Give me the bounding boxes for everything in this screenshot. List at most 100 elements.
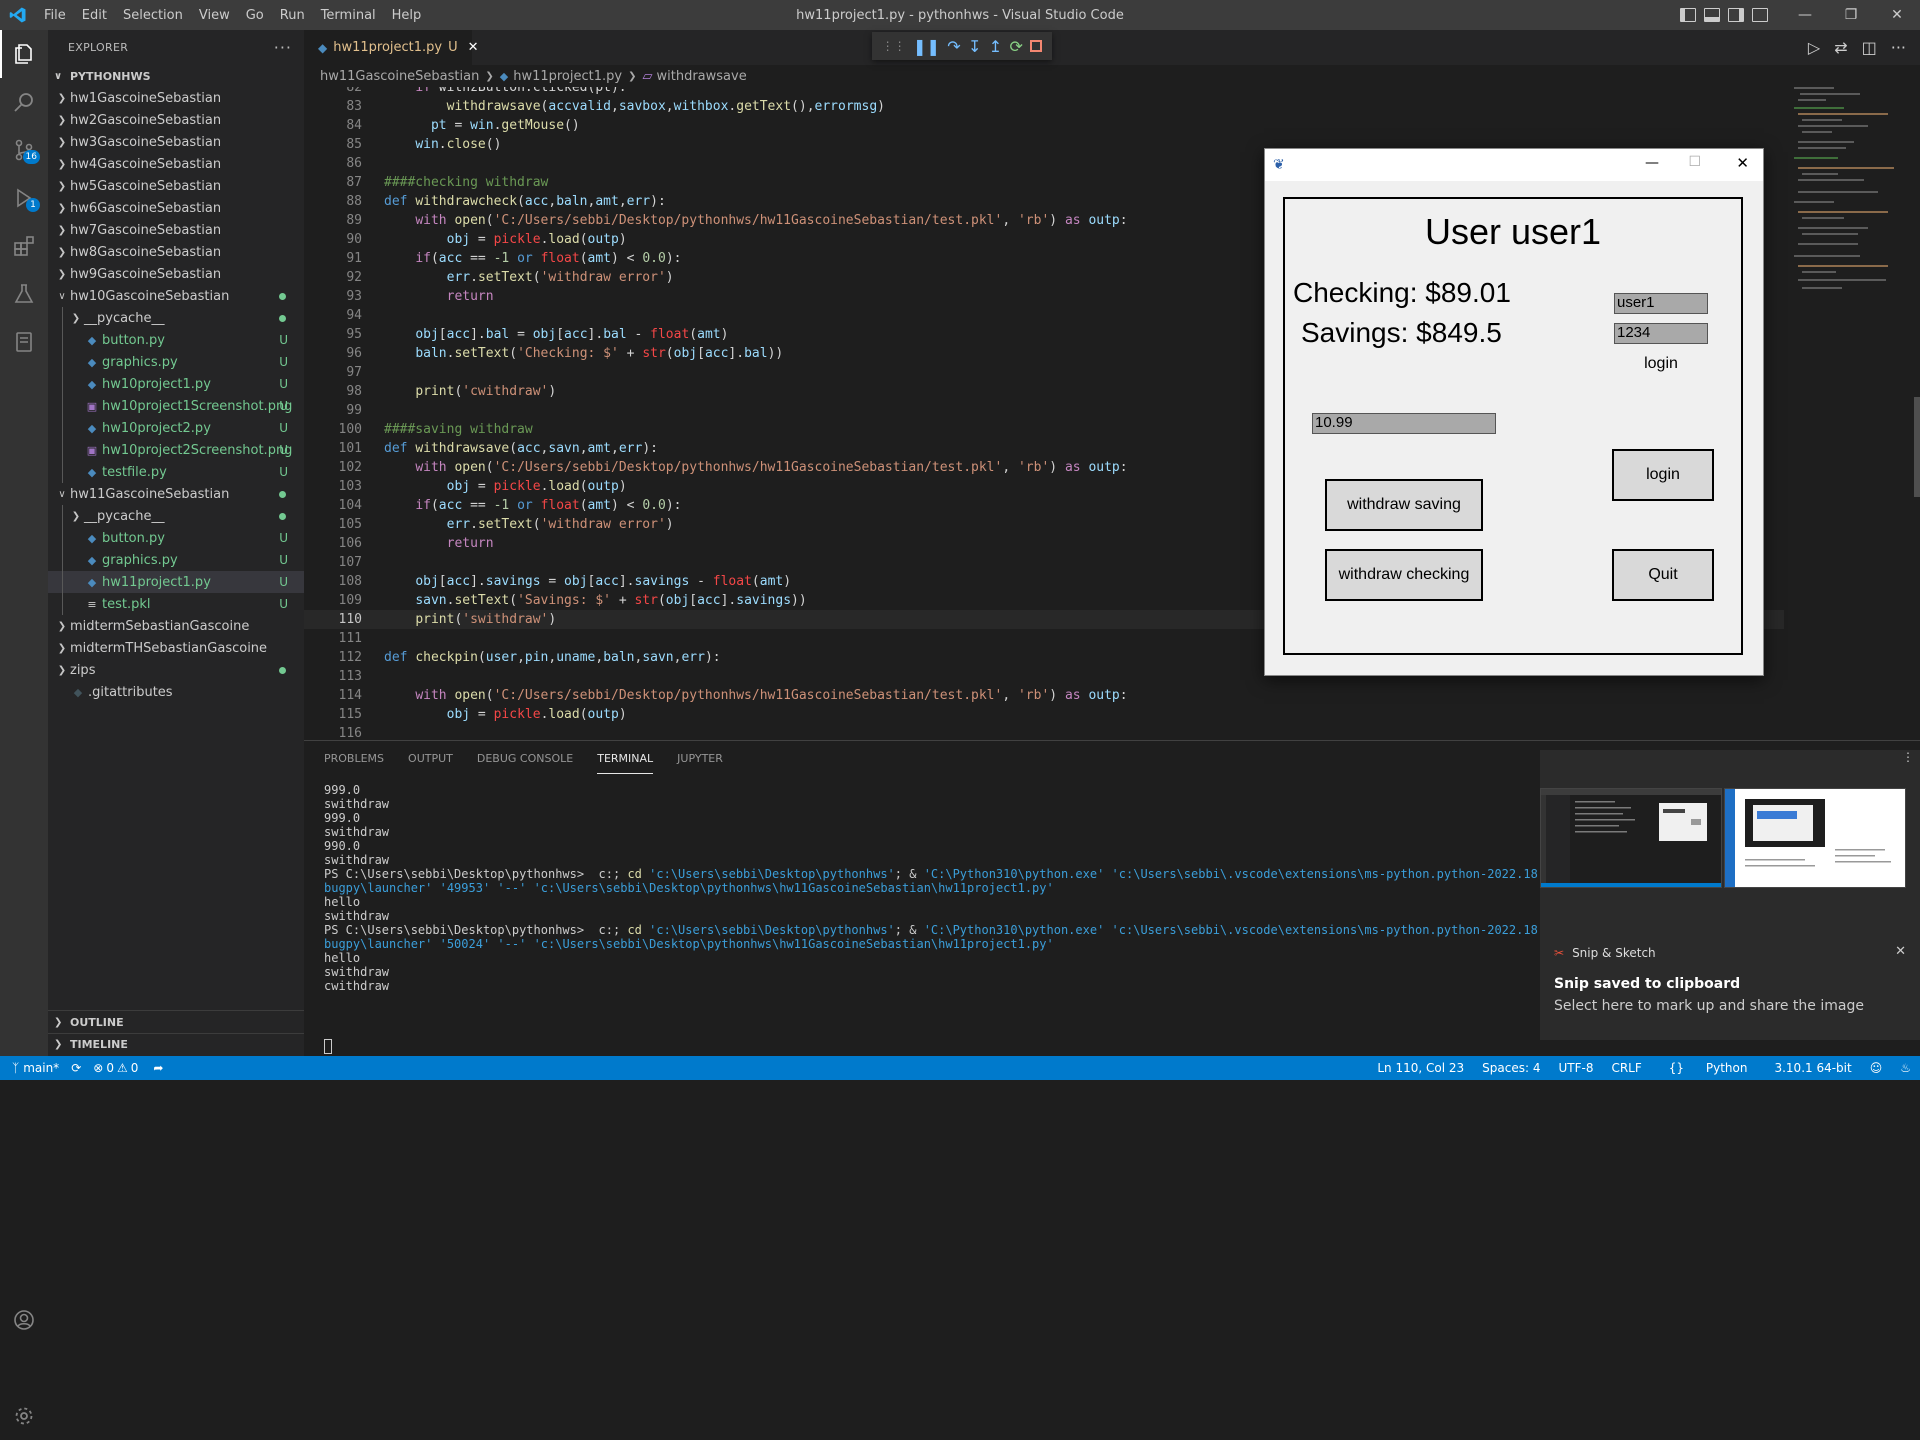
tab-debug-console[interactable]: DEBUG CONSOLE (477, 744, 573, 773)
tree-folder[interactable]: ❯ hw5GascoineSebastian (48, 175, 304, 197)
tree-folder[interactable]: ❯ hw7GascoineSebastian (48, 219, 304, 241)
search-icon[interactable] (0, 78, 48, 126)
tree-file[interactable]: ◆ graphics.py U (48, 351, 304, 373)
run-debug-icon[interactable]: 1 (0, 174, 48, 222)
python-interpreter[interactable]: 3.10.1 64-bit (1765, 1061, 1860, 1075)
step-out-icon[interactable]: ↥ (989, 37, 1002, 56)
vscode-logo-icon[interactable] (0, 0, 36, 30)
withdraw-saving-button[interactable]: withdraw saving (1325, 479, 1483, 531)
breadcrumb-folder[interactable]: hw11GascoineSebastian (320, 69, 479, 84)
warning-icon[interactable]: ⚠ (117, 1061, 128, 1075)
tree-file[interactable]: ≡ test.pkl U (48, 593, 304, 615)
toggle-sidebar-icon[interactable] (1680, 8, 1696, 22)
menu-edit[interactable]: Edit (74, 8, 115, 23)
drag-handle-icon[interactable]: ⋮⋮ (882, 39, 906, 53)
tree-folder[interactable]: ❯ hw8GascoineSebastian (48, 241, 304, 263)
workspace-root[interactable]: ∨ PYTHONHWS (48, 65, 304, 87)
tk-maximize-button[interactable]: ☐ (1688, 154, 1701, 170)
tree-file[interactable]: ▣ hw10project1Screenshot.png U (48, 395, 304, 417)
tree-file[interactable]: ◆ button.py U (48, 329, 304, 351)
tree-file[interactable]: ◆ hw10project2.py U (48, 417, 304, 439)
tree-folder[interactable]: ❯ hw9GascoineSebastian (48, 263, 304, 285)
tree-folder[interactable]: ❯ zips (48, 659, 304, 681)
code-line[interactable]: 116 (304, 724, 1784, 740)
step-over-icon[interactable]: ↷ (947, 37, 960, 56)
more-actions-icon[interactable]: ··· (274, 38, 292, 57)
tab-output[interactable]: OUTPUT (408, 744, 453, 773)
tk-minimize-button[interactable]: — (1645, 155, 1659, 171)
step-into-icon[interactable]: ↧ (968, 37, 981, 56)
tree-folder[interactable]: ❯ hw3GascoineSebastian (48, 131, 304, 153)
tree-file[interactable]: ◆ .gitattributes (48, 681, 304, 703)
breadcrumb-symbol[interactable]: withdrawsave (656, 69, 746, 84)
tab-terminal[interactable]: TERMINAL (597, 744, 654, 774)
pause-icon[interactable]: ❚❚ (913, 37, 940, 56)
breadcrumb-file[interactable]: hw11project1.py (513, 69, 622, 84)
minimap[interactable] (1784, 87, 1920, 740)
snip-notification[interactable]: ⋮ ✂ Snip & Sketch ✕ Snip saved to clipbo… (1540, 750, 1920, 1040)
branch-name[interactable]: main* (23, 1061, 59, 1075)
tab-jupyter[interactable]: JUPYTER (677, 744, 723, 773)
open-changes-icon[interactable]: ⇄ (1834, 38, 1847, 57)
restore-button[interactable]: ❐ (1828, 0, 1874, 30)
tree-file[interactable]: ◆ button.py U (48, 527, 304, 549)
toggle-secondary-sidebar-icon[interactable] (1728, 8, 1744, 22)
tree-folder[interactable]: ❯ hw1GascoineSebastian (48, 87, 304, 109)
tk-pin-input[interactable]: 1234 (1614, 323, 1708, 344)
notifications-bell-icon[interactable]: ♨ (1891, 1061, 1920, 1075)
tk-username-input[interactable]: user1 (1614, 293, 1708, 314)
tree-file[interactable]: ◆ testfile.py U (48, 461, 304, 483)
tree-folder[interactable]: ❯ __pycache__ (48, 505, 304, 527)
tree-folder[interactable]: ❯ hw6GascoineSebastian (48, 197, 304, 219)
testing-icon[interactable] (0, 270, 48, 318)
menu-terminal[interactable]: Terminal (313, 8, 384, 23)
code-line[interactable]: 84 pt = win.getMouse() (304, 116, 1784, 135)
toggle-panel-icon[interactable] (1704, 8, 1720, 22)
quit-button[interactable]: Quit (1612, 549, 1714, 601)
encoding[interactable]: UTF-8 (1549, 1061, 1602, 1075)
login-button[interactable]: login (1612, 449, 1714, 501)
tab-hw11project1[interactable]: ◆ hw11project1.py U ✕ (304, 30, 479, 65)
tree-file[interactable]: ◆ hw10project1.py U (48, 373, 304, 395)
tree-folder[interactable]: ∨ hw11GascoineSebastian (48, 483, 304, 505)
source-control-icon[interactable]: 16 (0, 126, 48, 174)
tree-folder[interactable]: ❯ hw4GascoineSebastian (48, 153, 304, 175)
live-share-icon[interactable]: ➦ (141, 1061, 175, 1075)
more-icon[interactable]: ⋮ (1902, 750, 1914, 764)
split-editor-icon[interactable]: ◫ (1862, 38, 1877, 57)
menu-help[interactable]: Help (384, 8, 430, 23)
tab-problems[interactable]: PROBLEMS (324, 744, 384, 773)
run-file-icon[interactable]: ▷ (1808, 38, 1820, 57)
tree-folder[interactable]: ❯ midtermSebastianGascoine (48, 615, 304, 637)
extensions-icon[interactable] (0, 222, 48, 270)
dismiss-notification-icon[interactable]: ✕ (1895, 944, 1906, 959)
error-icon[interactable]: ⊗ (93, 1061, 103, 1075)
tree-folder[interactable]: ❯ __pycache__ (48, 307, 304, 329)
line-ending[interactable]: CRLF (1602, 1061, 1650, 1075)
account-icon[interactable] (0, 1296, 48, 1344)
branch-icon[interactable]: ᛉ (0, 1061, 23, 1075)
warning-count[interactable]: 0 (128, 1061, 142, 1075)
outline-section[interactable]: ❯ OUTLINE (48, 1011, 304, 1033)
close-tab-icon[interactable]: ✕ (468, 40, 479, 55)
feedback-icon[interactable]: ☺ (1861, 1061, 1892, 1075)
code-line[interactable]: 115 obj = pickle.load(outp) (304, 705, 1784, 724)
indentation[interactable]: Spaces: 4 (1473, 1061, 1549, 1075)
timeline-section[interactable]: ❯ TIMELINE (48, 1033, 304, 1055)
menu-run[interactable]: Run (272, 8, 313, 23)
tk-amount-input[interactable]: 10.99 (1312, 413, 1496, 434)
code-line[interactable]: 83 withdrawsave(accvalid,savbox,withbox.… (304, 97, 1784, 116)
explorer-icon[interactable] (0, 30, 48, 78)
sync-icon[interactable]: ⟳ (59, 1061, 93, 1075)
stop-icon[interactable] (1030, 40, 1043, 52)
code-line[interactable]: 114 with open('C:/Users/sebbi/Desktop/py… (304, 686, 1784, 705)
error-count[interactable]: 0 (103, 1061, 117, 1075)
code-line[interactable]: 82 if withzButton.clicked(pt): (304, 87, 1784, 97)
customize-layout-icon[interactable] (1752, 8, 1768, 22)
menu-view[interactable]: View (191, 8, 238, 23)
tk-close-button[interactable]: ✕ (1736, 154, 1749, 172)
tree-folder[interactable]: ∨ hw10GascoineSebastian (48, 285, 304, 307)
restart-icon[interactable]: ⟳ (1010, 37, 1023, 56)
tree-file[interactable]: ▣ hw10project2Screenshot.png U (48, 439, 304, 461)
menu-go[interactable]: Go (238, 8, 272, 23)
